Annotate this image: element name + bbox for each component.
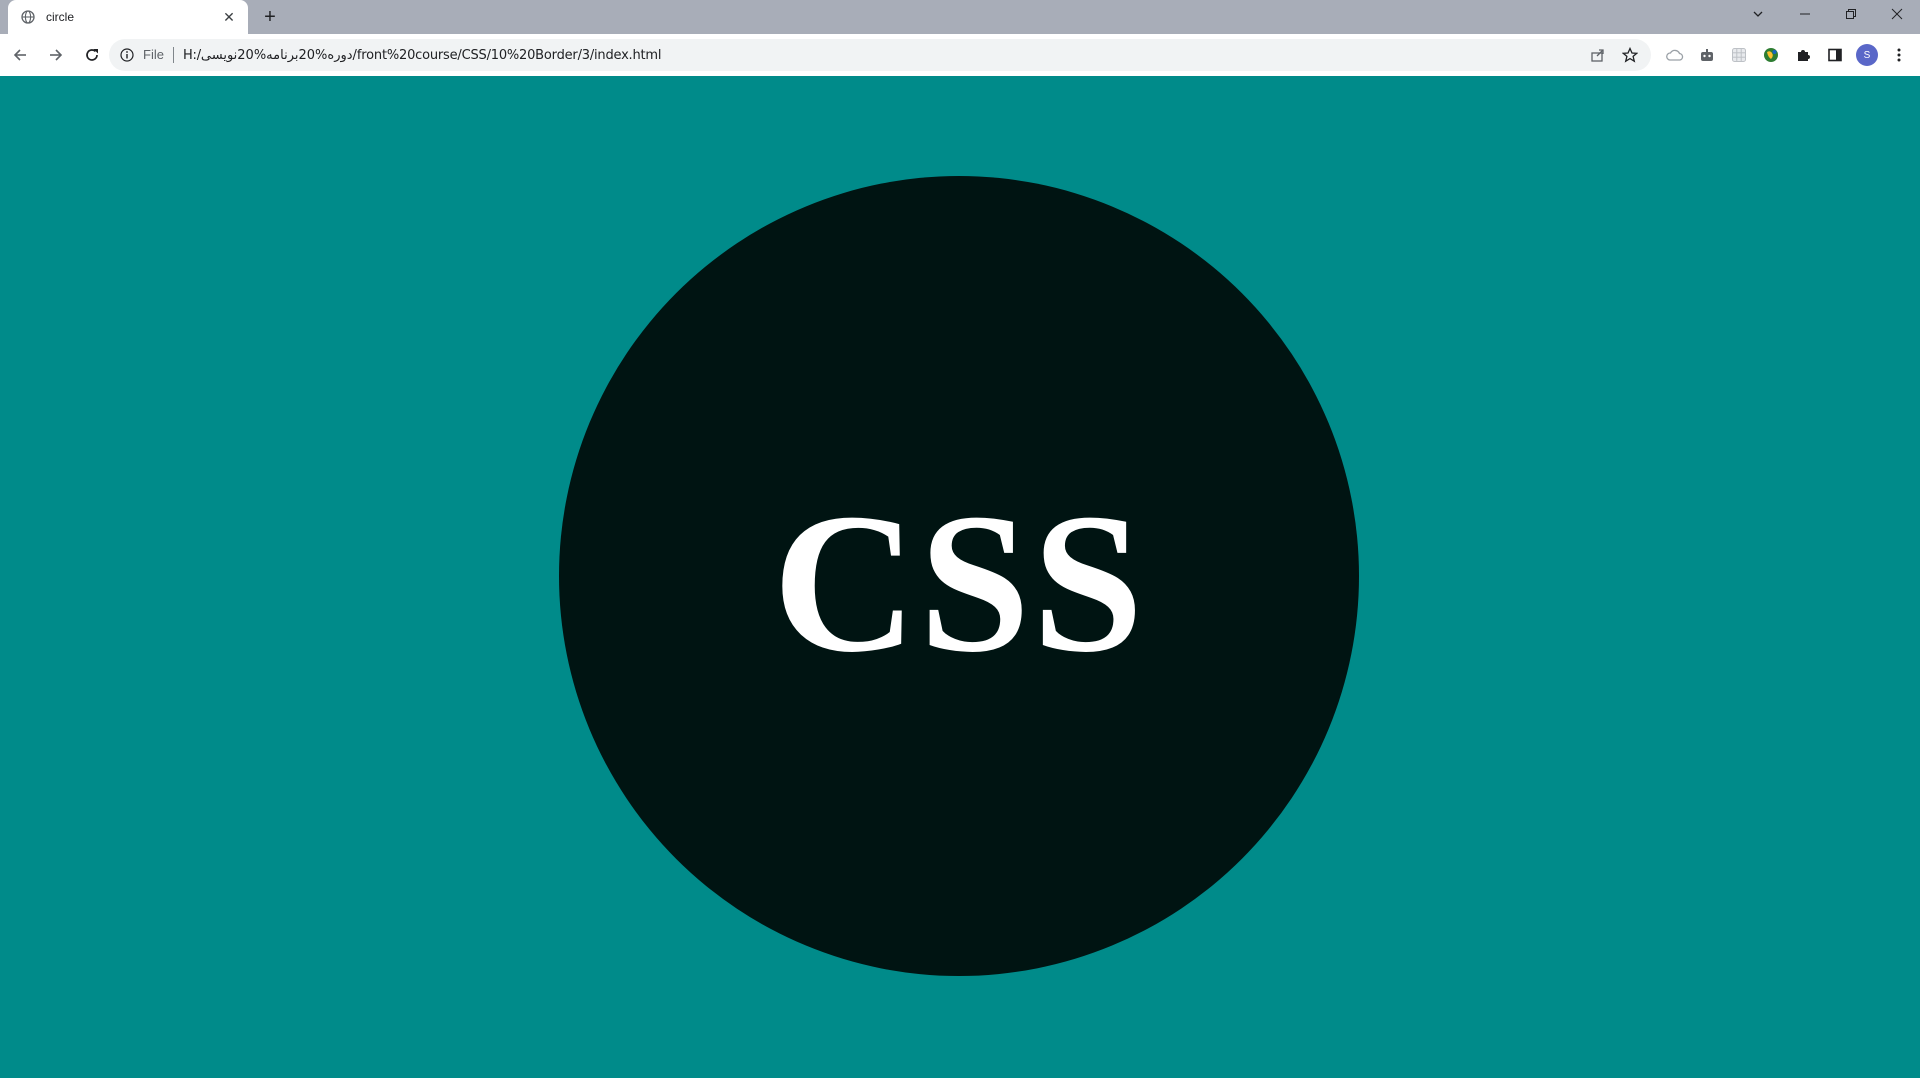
forward-arrow-icon[interactable] — [40, 39, 72, 71]
cloud-extension-icon[interactable] — [1664, 44, 1686, 66]
browser-chrome: circle ✕ + File H:/دوره%20برنامه%20نویسی… — [0, 0, 1920, 77]
restore-icon[interactable] — [1828, 0, 1874, 28]
globe-icon — [20, 9, 36, 25]
robot-extension-icon[interactable] — [1696, 44, 1718, 66]
chevron-down-icon[interactable] — [1738, 0, 1778, 28]
puzzle-extensions-icon[interactable] — [1792, 44, 1814, 66]
globe-extension-icon[interactable] — [1760, 44, 1782, 66]
close-icon[interactable] — [1874, 0, 1920, 28]
window-controls — [1782, 0, 1920, 28]
avatar[interactable]: S — [1856, 44, 1878, 66]
kebab-menu-icon[interactable] — [1888, 44, 1910, 66]
tab-close-icon[interactable]: ✕ — [220, 8, 238, 26]
tab-strip: circle ✕ + — [0, 0, 1920, 34]
url-text[interactable]: H:/دوره%20برنامه%20نویسی/front%20course/… — [183, 48, 1589, 63]
info-icon[interactable] — [119, 47, 135, 63]
address-bar[interactable]: File H:/دوره%20برنامه%20نویسی/front%20co… — [109, 39, 1651, 71]
circle-label: CSS — [772, 472, 1146, 694]
star-icon[interactable] — [1621, 46, 1639, 64]
tab-title: circle — [46, 10, 75, 24]
file-scheme-label: File — [143, 47, 174, 63]
share-icon[interactable] — [1589, 46, 1607, 64]
minimize-icon[interactable] — [1782, 0, 1828, 28]
page-viewport: CSS — [0, 76, 1920, 1078]
grid-extension-icon[interactable] — [1728, 44, 1750, 66]
reload-icon[interactable] — [76, 39, 108, 71]
back-arrow-icon[interactable] — [4, 39, 36, 71]
new-tab-button[interactable]: + — [259, 6, 281, 28]
side-panel-icon[interactable] — [1824, 44, 1846, 66]
css-circle: CSS — [559, 176, 1359, 976]
browser-tab[interactable]: circle ✕ — [8, 0, 248, 34]
extensions-area: S — [1664, 39, 1910, 71]
browser-toolbar: File H:/دوره%20برنامه%20نویسی/front%20co… — [0, 34, 1920, 77]
